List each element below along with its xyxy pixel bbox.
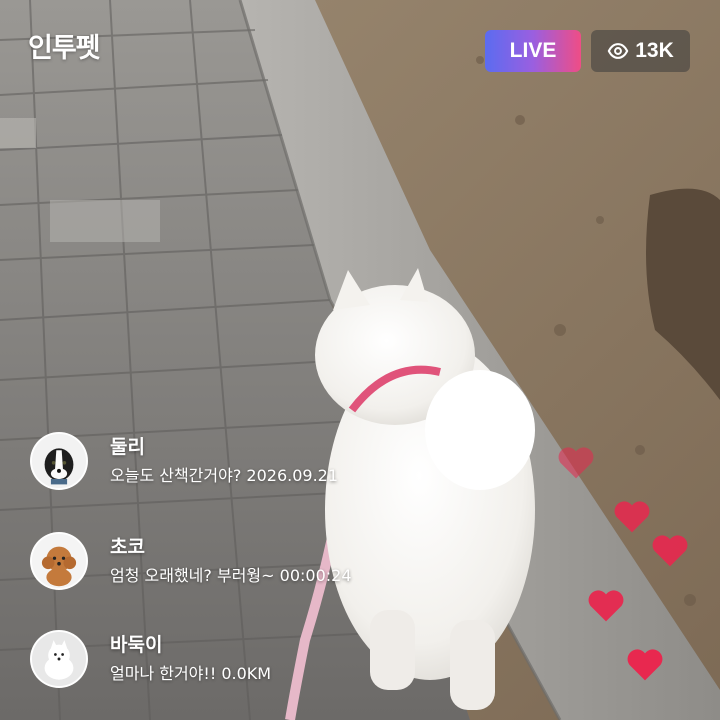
live-stream-view: 인투펫 LIVE 13K 둘리 오늘도 산책간거야? 2026.09.21 초코… xyxy=(0,0,720,720)
poodle-avatar xyxy=(32,534,86,588)
viewer-count-badge: 13K xyxy=(591,30,690,72)
avatar[interactable] xyxy=(30,630,88,688)
viewer-count: 13K xyxy=(635,39,674,62)
comment-author: 초코 xyxy=(110,536,145,558)
avatar[interactable] xyxy=(30,532,88,590)
comment-item: 초코 엄청 오래했네? 부러웡~ 00:00:24 xyxy=(30,532,352,590)
border-collie-avatar xyxy=(32,434,86,488)
comment-message: 얼마나 한거야!! 0.0KM xyxy=(110,664,272,683)
comment-message: 오늘도 산책간거야? 2026.09.21 xyxy=(110,466,339,485)
spitz-avatar xyxy=(32,632,86,686)
comment-item: 둘리 오늘도 산책간거야? 2026.09.21 xyxy=(30,432,338,490)
comment-author: 둘리 xyxy=(110,436,145,458)
eye-icon xyxy=(607,43,629,59)
comment-item: 바둑이 얼마나 한거야!! 0.0KM xyxy=(30,630,271,688)
comment-author: 바둑이 xyxy=(110,634,163,656)
brand-logo: 인투펫 xyxy=(28,33,101,64)
stream-video-background xyxy=(0,0,720,720)
comment-message: 엄청 오래했네? 부러웡~ 00:00:24 xyxy=(110,566,352,585)
live-badge: LIVE xyxy=(485,30,581,72)
avatar[interactable] xyxy=(30,432,88,490)
